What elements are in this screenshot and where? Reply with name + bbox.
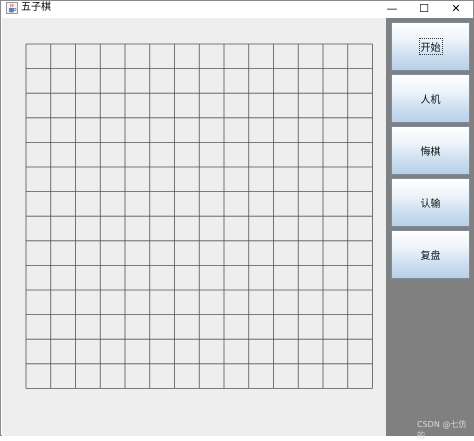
replay-button[interactable]: 复盘 — [391, 230, 470, 279]
close-icon: ✕ — [451, 2, 461, 15]
minimize-button[interactable]: — — [376, 1, 408, 16]
watermark: CSDN @七仿的 — [417, 420, 467, 440]
resign-button-label: 认输 — [420, 199, 441, 210]
maximize-button[interactable]: ☐ — [408, 1, 440, 16]
undo-button-label: 悔棋 — [420, 147, 441, 158]
game-board[interactable] — [2, 18, 386, 436]
start-button[interactable]: 开始 — [391, 22, 470, 71]
vs-computer-button[interactable]: 人机 — [391, 74, 470, 123]
replay-button-label: 复盘 — [420, 251, 441, 262]
resign-button[interactable]: 认输 — [391, 178, 470, 227]
title-bar[interactable]: 五子棋 — ☐ ✕ — [1, 1, 473, 16]
maximize-icon: ☐ — [419, 2, 429, 15]
close-button[interactable]: ✕ — [440, 1, 472, 16]
control-panel: 开始 人机 悔棋 认输 复盘 CSDN @七仿的 — [386, 18, 474, 440]
game-window: 五子棋 — ☐ ✕ 开始 人机 悔棋 认输 复盘 CSDN @七仿的 — [0, 0, 474, 440]
window-title: 五子棋 — [21, 2, 51, 13]
board-grid[interactable] — [2, 18, 386, 436]
vs-computer-button-label: 人机 — [420, 95, 441, 106]
java-cup-icon — [6, 2, 18, 14]
undo-button[interactable]: 悔棋 — [391, 126, 470, 175]
minimize-icon: — — [386, 2, 398, 15]
start-button-label: 开始 — [418, 38, 443, 55]
